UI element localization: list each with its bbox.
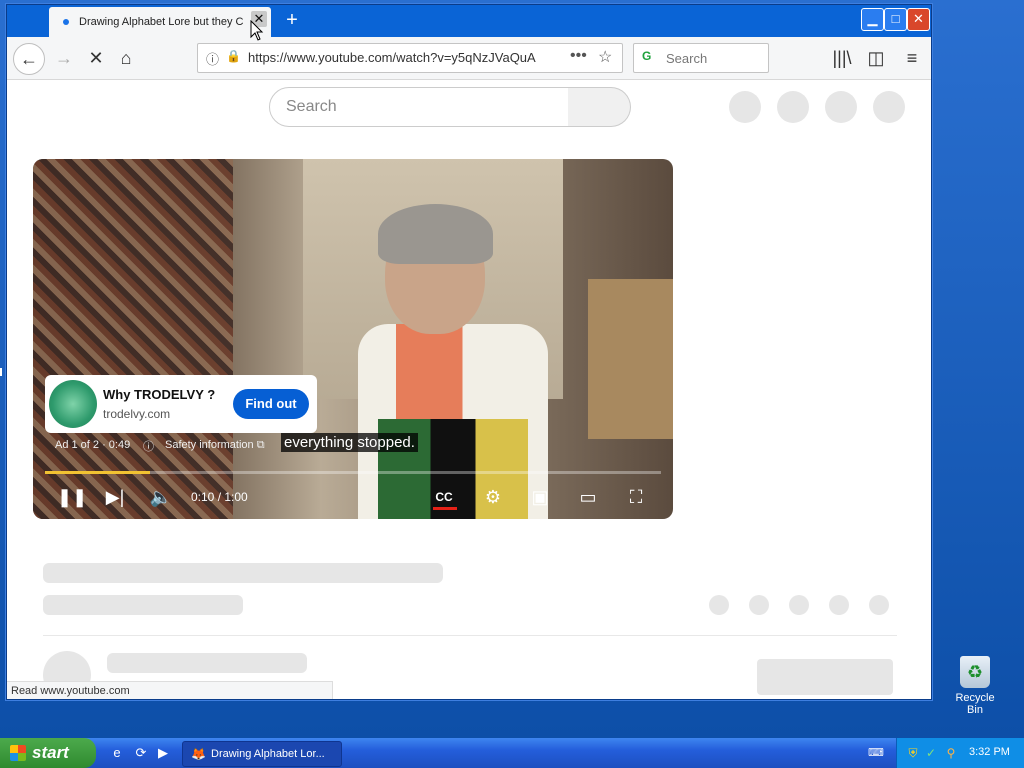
ad-title: Why TRODELVY ? [103,387,216,402]
ad-domain: trodelvy.com [103,407,171,421]
title-placeholder [43,563,443,583]
channel-name-placeholder [107,653,307,673]
safety-information-link[interactable]: Safety information ⧉ [165,439,265,452]
navigation-toolbar: ← → ✕ ⌂ ⓘ 🔒 https://www.youtube.com/watc… [7,37,931,80]
settings-gear-icon[interactable]: ⚙ [481,484,505,510]
tab-favicon-icon [63,19,69,25]
clock: 3:32 PM [969,746,1010,758]
video-player[interactable]: Why TRODELVY ? trodelvy.com Find out Ad … [33,159,673,519]
fullscreen-icon[interactable]: ⛶ [623,484,649,510]
volume-icon[interactable]: 🔈 [149,484,173,510]
window-edge-marker [0,368,2,376]
refresh-quicklaunch-icon[interactable]: ⟳ [132,744,150,762]
youtube-search-placeholder: Search [286,98,337,115]
tab-strip: Drawing Alphabet Lore but they C ✕ + ▁ □… [7,5,931,39]
video-frame-cabinet [588,279,673,439]
minimize-button[interactable]: ▁ [861,8,884,31]
find-out-button[interactable]: Find out [233,389,309,419]
time-display: 0:10 / 1:00 [191,490,248,504]
subscribe-placeholder [757,659,893,695]
system-tray: ⛨ ✓ ⚲ 3:32 PM [896,738,1024,768]
miniplayer-icon[interactable]: ▣ [527,484,553,510]
mouse-cursor-icon [250,20,264,41]
header-placeholder-circle [825,91,857,123]
url-bar[interactable]: ⓘ 🔒 https://www.youtube.com/watch?v=y5qN… [197,43,623,73]
stop-loading-icon[interactable]: ✕ [83,45,109,71]
subtitle-placeholder [43,595,243,615]
network-icon[interactable]: ✓ [923,745,939,761]
home-icon[interactable]: ⌂ [113,45,139,71]
firefox-icon: 🦊 [191,747,206,761]
hamburger-menu-icon[interactable]: ≡ [899,45,925,71]
page-actions-icon[interactable]: ••• [570,47,587,65]
action-placeholder [869,595,889,615]
site-info-icon[interactable]: ⓘ [206,49,219,68]
action-placeholder [789,595,809,615]
captions-active-indicator [433,507,457,510]
theater-mode-icon[interactable]: ▭ [575,484,601,510]
media-player-icon[interactable]: ▶ [154,744,172,762]
ad-counter: Ad 1 of 2 · 0:49 [55,439,131,451]
header-placeholder-circle [729,91,761,123]
video-frame-man [33,159,233,519]
keyboard-icon[interactable]: ⌨ [868,745,884,761]
divider [43,635,897,636]
caption-text: everything stopped. [281,433,418,452]
next-icon[interactable]: ▶| [103,484,127,510]
library-icon[interactable]: |||\ [829,45,855,71]
ad-card[interactable]: Why TRODELVY ? trodelvy.com Find out [45,375,317,433]
youtube-search-button[interactable] [568,87,631,127]
windows-logo-icon [10,745,26,761]
pause-icon[interactable]: ❚❚ [57,484,87,510]
tab-title: Drawing Alphabet Lore but they C [79,16,244,28]
back-icon[interactable]: ← [13,43,45,75]
sidebar-icon[interactable]: ◫ [863,45,889,71]
start-label: start [32,743,69,762]
lock-icon: 🔒 [226,49,241,63]
status-bar: Read www.youtube.com [7,681,333,699]
forward-icon[interactable]: → [51,45,77,71]
bookmark-star-icon[interactable]: ☆ [598,47,612,67]
start-button[interactable]: start [0,738,96,768]
search-tray-icon[interactable]: ⚲ [943,745,959,761]
ad-info-icon[interactable]: ⓘ [143,438,154,454]
browser-search-input[interactable]: G Search [633,43,769,73]
advertiser-logo [49,380,97,428]
internet-explorer-icon[interactable]: e [108,744,126,762]
window-close-button[interactable]: ✕ [907,8,930,31]
action-placeholder [749,595,769,615]
taskbar: start e ⟳ ▶ 🦊 Drawing Alphabet Lor... ⌨ … [0,738,1024,768]
progress-fill [45,471,150,474]
browser-window: Drawing Alphabet Lore but they C ✕ + ▁ □… [6,4,932,700]
youtube-search-input[interactable]: Search [269,87,569,127]
action-placeholder [709,595,729,615]
security-shield-icon[interactable]: ⛨ [905,745,921,761]
recycle-bin-icon: ♻ [960,656,990,688]
taskbar-item-browser[interactable]: 🦊 Drawing Alphabet Lor... [182,741,342,767]
search-engine-icon: G [642,49,652,63]
video-frame-hair [378,204,493,264]
header-placeholder-circle [873,91,905,123]
action-placeholder [829,595,849,615]
new-tab-button[interactable]: + [281,9,303,31]
tab-active[interactable]: Drawing Alphabet Lore but they C [49,7,271,39]
maximize-button[interactable]: □ [884,8,907,31]
url-text[interactable]: https://www.youtube.com/watch?v=y5qNzJVa… [248,50,536,65]
recycle-bin[interactable]: ♻ Recycle Bin [946,656,1004,716]
recycle-bin-label: Recycle Bin [955,692,995,716]
search-placeholder: Search [666,51,708,66]
header-placeholder-circle [777,91,809,123]
taskbar-item-label: Drawing Alphabet Lor... [211,748,325,760]
